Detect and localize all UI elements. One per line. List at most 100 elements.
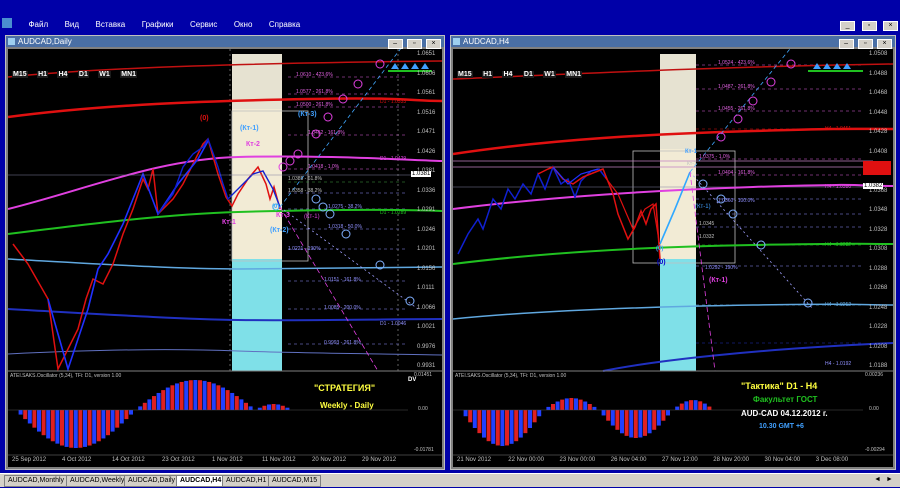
- oscillator-bar: [569, 398, 574, 410]
- mdi-restore-button[interactable]: ▫: [861, 21, 877, 31]
- price-tick: 1.0348: [869, 207, 888, 213]
- level-label: 1.0500 - 261.8%: [296, 102, 333, 108]
- oscillator-bar: [468, 410, 473, 423]
- oscillator-bar: [23, 410, 28, 420]
- tf-w1-button[interactable]: W1: [543, 71, 556, 78]
- ma-curve-red: [8, 97, 442, 119]
- restore-button[interactable]: ▫: [406, 39, 422, 49]
- oscillator-bar: [463, 410, 468, 417]
- menu-window[interactable]: Окно: [234, 20, 253, 29]
- chart-window-daily[interactable]: AUDCAD,Daily – ▫ × M15 H1 H4 D1 W1 MN1 (…: [5, 35, 445, 470]
- price-tick: 0.9976: [417, 343, 436, 350]
- date-tick: 23 Nov 00:00: [559, 457, 596, 463]
- tab-scroll-left[interactable]: ◄: [874, 476, 881, 483]
- minimize-button[interactable]: –: [387, 39, 403, 49]
- oscillator-bar: [129, 410, 133, 415]
- chart-window-h4[interactable]: AUDCAD,H4 – ▫ × M15 H1 H4 D1 W1 MN1 Кт-1…: [450, 35, 896, 470]
- title-bar-daily[interactable]: AUDCAD,Daily – ▫ ×: [6, 36, 444, 49]
- menu-tools[interactable]: Сервис: [190, 20, 217, 29]
- tf-h1-button[interactable]: H1: [37, 71, 49, 78]
- oscillator-bar: [60, 410, 64, 446]
- label-kt3-top: (Кт-3): [298, 111, 317, 118]
- price-scale[interactable]: 1.0651 1.0606 1.0561 1.0516 1.0471 1.0426 1.03…: [413, 49, 442, 371]
- level-label: 1.0418 - 1.0%: [308, 164, 340, 170]
- oscillator-bar: [50, 410, 55, 442]
- menu-file[interactable]: Файл: [28, 20, 48, 29]
- level-label-d1: D1 - 1.0289: [380, 210, 407, 216]
- tf-h1-button[interactable]: H1: [482, 71, 494, 78]
- tf-m15-button[interactable]: M15: [457, 71, 473, 78]
- tf-d1-button[interactable]: D1: [522, 71, 534, 78]
- projection-down: [689, 171, 814, 310]
- oscillator-bar: [477, 410, 482, 434]
- tab-daily[interactable]: AUDCAD,Daily: [124, 475, 180, 487]
- price-line-red: [537, 166, 661, 260]
- oscillator-bar: [257, 407, 262, 410]
- oscillator-histogram: [18, 380, 290, 448]
- osc-scale-zero: 0.00: [869, 406, 879, 412]
- tf-h4-button[interactable]: H4: [57, 71, 69, 78]
- date-tick: 3 Dec 08:00: [815, 457, 849, 463]
- price-tick: 1.0246: [417, 226, 436, 233]
- ma-curve-magenta: [8, 155, 442, 210]
- chart-area-h4[interactable]: M15 H1 H4 D1 W1 MN1 Кт-1 Кт-1 (Кт-1) (Кт…: [453, 49, 893, 467]
- tab-h1[interactable]: AUDCAD,H1: [222, 475, 271, 487]
- oscillator-bar: [702, 403, 707, 410]
- label-kt1-small: Кт-1: [687, 161, 697, 167]
- oscillator-bar: [624, 410, 629, 436]
- minimize-button[interactable]: –: [838, 39, 854, 49]
- strategy-title: "СТРАТЕГИЯ": [314, 383, 376, 393]
- price-tick: 1.0448: [869, 109, 888, 116]
- strategy-subtitle: Weekly - Daily: [320, 401, 374, 410]
- oscillator-bar: [689, 400, 693, 410]
- restore-button[interactable]: ▫: [857, 39, 873, 49]
- tf-mn1-button[interactable]: MN1: [120, 71, 138, 78]
- oscillator-bar: [161, 390, 166, 410]
- oscillator-bar: [280, 405, 285, 410]
- tab-h4[interactable]: AUDCAD,H4: [176, 475, 226, 487]
- oscillator-bar: [138, 406, 143, 410]
- oscillator-bar: [606, 410, 611, 421]
- level-label-h4: H4 - 1.0451: [825, 126, 852, 132]
- oscillator-bar: [170, 385, 175, 410]
- price-scale[interactable]: 1.0508 1.0488 1.0468 1.0448 1.0428 1.0408 1.03…: [865, 49, 893, 371]
- tab-weekly[interactable]: AUDCAD,Weekly: [66, 475, 129, 487]
- menu-insert[interactable]: Вставка: [96, 20, 126, 29]
- price-tick: 1.0651: [417, 51, 436, 57]
- tf-d1-button[interactable]: D1: [77, 71, 89, 78]
- oscillator-bar: [532, 410, 537, 423]
- oscillator-bar: [87, 410, 92, 446]
- oscillator-bar: [142, 402, 147, 410]
- oscillator-bar: [679, 403, 684, 410]
- current-price-tag: 1.0381: [411, 171, 432, 177]
- tf-w1-button[interactable]: W1: [98, 71, 111, 78]
- date-tick: 22 Nov 00:00: [508, 457, 544, 463]
- price-tick: 0.9931: [417, 363, 436, 369]
- tab-m15[interactable]: AUDCAD,M15: [268, 475, 322, 487]
- tab-scroll-right[interactable]: ►: [886, 476, 893, 483]
- date-tick: 11 Nov 2012: [262, 457, 296, 463]
- oscillator-bar: [234, 396, 239, 410]
- menu-help[interactable]: Справка: [269, 20, 300, 29]
- oscillator-bar: [73, 410, 78, 448]
- tf-h4-button[interactable]: H4: [502, 71, 514, 78]
- oscillator-bar: [119, 410, 124, 424]
- price-tick: 1.0328: [869, 226, 888, 233]
- close-button[interactable]: ×: [877, 39, 892, 49]
- date-tick: 26 Nov 04:00: [610, 457, 647, 463]
- close-button[interactable]: ×: [426, 39, 441, 49]
- oscillator-bar: [96, 410, 101, 442]
- chart-area-daily[interactable]: M15 H1 H4 D1 W1 MN1 (0) (Кт-1) Кт-2 (Кт-…: [8, 49, 442, 467]
- oscillator-bar: [211, 383, 216, 410]
- menu-charts[interactable]: Графики: [142, 20, 174, 29]
- mdi-close-button[interactable]: ×: [883, 21, 898, 31]
- tf-m15-button[interactable]: M15: [12, 71, 28, 78]
- tf-mn1-button[interactable]: MN1: [565, 71, 583, 78]
- mdi-minimize-button[interactable]: _: [840, 21, 856, 31]
- title-bar-h4[interactable]: AUDCAD,H4 – ▫ ×: [451, 36, 895, 49]
- price-highlight: [863, 161, 891, 175]
- label-zero-bottom: (0): [272, 204, 280, 210]
- menu-view[interactable]: Вид: [65, 20, 79, 29]
- tab-monthly[interactable]: AUDCAD,Monthly: [4, 475, 69, 487]
- oscillator-bar: [124, 410, 129, 420]
